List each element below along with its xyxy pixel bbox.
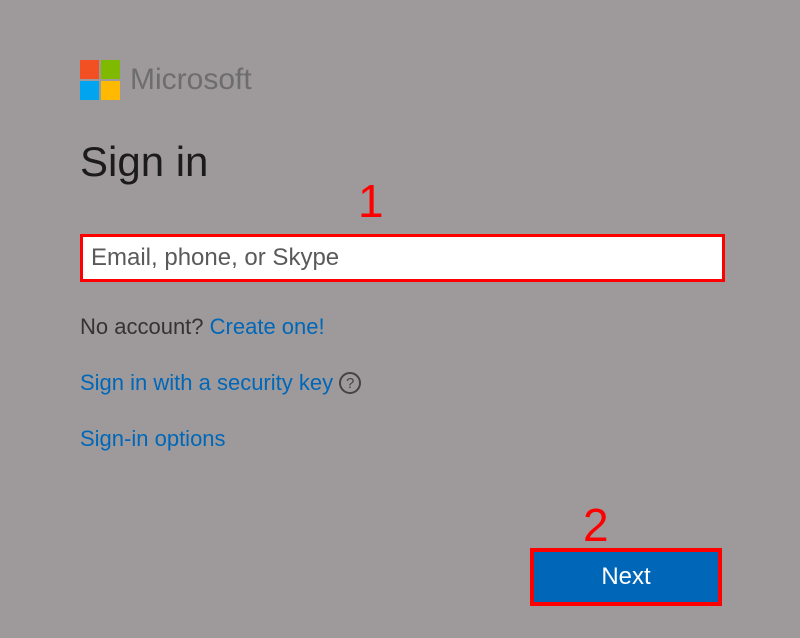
signin-panel: Microsoft Sign in No account? Create one… (0, 0, 800, 512)
no-account-text: No account? (80, 314, 210, 339)
page-title: Sign in (80, 138, 720, 186)
brand-name: Microsoft (130, 63, 252, 97)
next-button[interactable]: Next (530, 548, 722, 606)
microsoft-logo-icon (80, 60, 120, 100)
signin-options-link[interactable]: Sign-in options (80, 426, 720, 452)
create-account-link[interactable]: Create one! (210, 314, 325, 339)
security-key-text: Sign in with a security key (80, 370, 333, 396)
security-key-link[interactable]: Sign in with a security key ? (80, 370, 720, 396)
help-icon[interactable]: ? (339, 372, 361, 394)
no-account-row: No account? Create one! (80, 314, 720, 340)
email-input[interactable] (80, 234, 725, 282)
annotation-2: 2 (583, 498, 609, 552)
email-input-wrap (80, 234, 720, 282)
brand-row: Microsoft (80, 60, 720, 100)
annotation-1: 1 (358, 174, 384, 228)
